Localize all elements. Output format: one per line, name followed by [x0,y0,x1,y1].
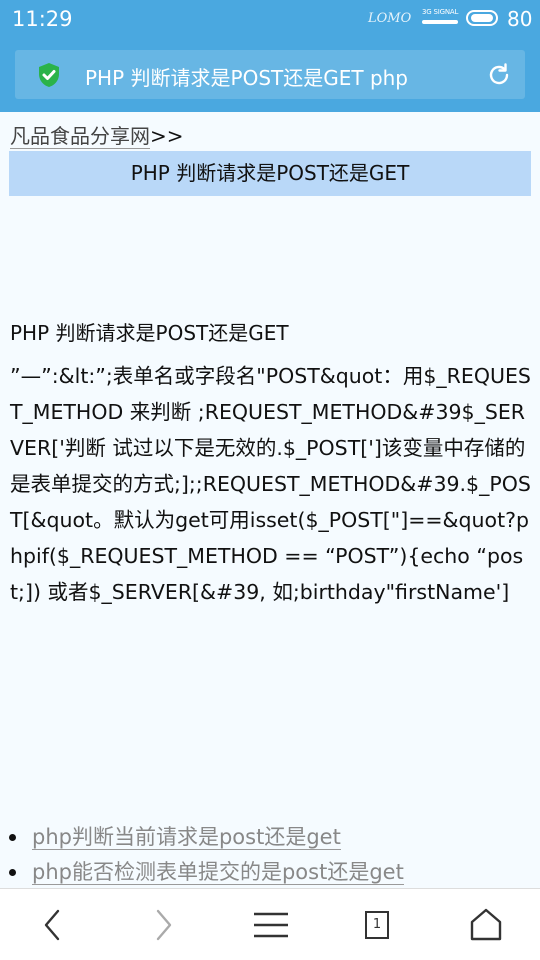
breadcrumb: 凡品食品分享网>> [10,120,184,149]
carrier-label: LOMO [368,11,412,26]
related-link[interactable]: php判断当前请求是post还是get [32,825,341,850]
page-title-in-address-bar[interactable]: PHP 判断请求是POST还是GET php [85,62,408,91]
breadcrumb-separator: >> [150,124,184,148]
article-heading: PHP 判断请求是POST还是GET [10,321,289,345]
status-time: 11:29 [12,7,73,31]
browser-toolbar: PHP 判断请求是POST还是GET php [0,40,540,112]
signal-label: 3G SIGNAL [422,8,459,16]
forward-arrow-icon[interactable] [144,905,184,945]
shield-check-icon [35,61,63,89]
back-arrow-icon[interactable] [34,905,74,945]
tab-count: 1 [365,911,389,939]
related-links: php判断当前请求是post还是get php能否检测表单提交的是post还是g… [0,820,540,890]
address-bar[interactable]: PHP 判断请求是POST还是GET php [15,50,525,99]
signal-icon: 3G SIGNAL [422,8,460,26]
battery-icon [466,10,498,26]
list-item: php判断当前请求是post还是get [0,820,540,855]
breadcrumb-site-link[interactable]: 凡品食品分享网 [10,124,150,149]
menu-icon[interactable] [251,905,291,945]
battery-level: 80 [507,7,533,31]
bottom-navigation: 1 [0,888,540,960]
list-item: php能否检测表单提交的是post还是get [0,855,540,890]
article-body: ”—”:&lt:”;表单名或字段名"POST&quot：用$_REQUEST_M… [10,364,531,604]
home-icon[interactable] [466,905,506,945]
article-title-bar: PHP 判断请求是POST还是GET [9,151,531,196]
status-bar: 11:29 LOMO 3G SIGNAL 80 [0,0,540,40]
tabs-button[interactable]: 1 [357,905,397,945]
related-link[interactable]: php能否检测表单提交的是post还是get [32,860,404,885]
reload-icon[interactable] [485,61,513,89]
